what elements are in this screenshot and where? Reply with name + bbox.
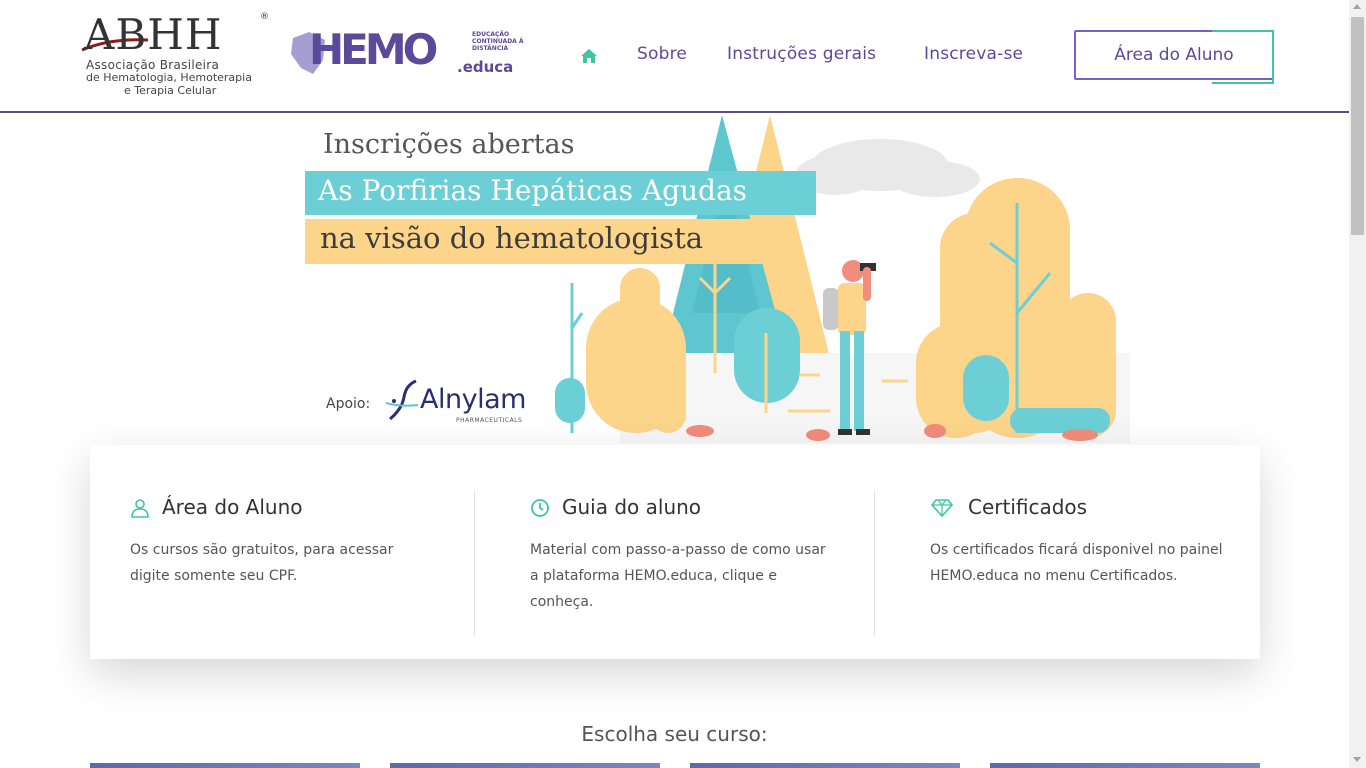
courses-heading: Escolha seu curso: — [581, 722, 768, 746]
feature-divider — [874, 490, 875, 636]
course-card[interactable] — [690, 763, 960, 768]
nav-link-instrucoes-gerais[interactable]: Instruções gerais — [727, 44, 876, 64]
scroll-down-arrow-icon[interactable] — [1353, 757, 1361, 762]
registered-icon: ® — [260, 12, 269, 22]
abhh-logo-line2: de Hematologia, Hemoterapia — [86, 71, 252, 84]
page-scrollbar[interactable] — [1349, 0, 1366, 768]
feature-title: Guia do aluno — [562, 495, 702, 519]
banner-headline-line2: na visão do hematologista — [320, 221, 704, 255]
hemo-logo-suffix: .educa — [457, 58, 514, 76]
feature-text: Os certificados ficará disponivel no pai… — [930, 542, 1223, 584]
abhh-logo[interactable]: ABHH ® Associação Brasileira de Hematolo… — [80, 12, 270, 98]
apoio-label: Apoio: — [326, 396, 371, 412]
feature-title: Certificados — [968, 495, 1088, 519]
course-card[interactable] — [990, 763, 1260, 768]
alnylam-logo-word: Alnylam — [420, 384, 526, 415]
abhh-logo-line1: Associação Brasileira — [86, 58, 220, 72]
alnylam-logo: Alnylam PHARMACEUTICALS — [382, 379, 526, 429]
area-do-aluno-button[interactable]: Área do Aluno — [1074, 30, 1274, 84]
alnylam-helix-icon — [385, 379, 419, 421]
nav-link-sobre[interactable]: Sobre — [637, 44, 687, 64]
alnylam-logo-sub: PHARMACEUTICALS — [456, 417, 523, 424]
home-icon[interactable] — [580, 48, 598, 64]
feature-text: Material com passo-a-passo de como usar … — [530, 542, 826, 610]
hero-banner[interactable]: Inscrições abertas As Porfirias Hepática… — [290, 113, 1130, 443]
banner-headline-line1: As Porfirias Hepáticas Agudas — [318, 174, 748, 207]
hemo-educa-logo[interactable]: HEMO EDUCAÇÃO CONTINUADA À DISTÂNCIA .ed… — [289, 25, 524, 80]
feature-card: Área do Aluno Os cursos são gratuitos, p… — [90, 445, 1260, 659]
feature-divider — [474, 490, 475, 636]
feature-title: Área do Aluno — [162, 495, 303, 519]
diamond-icon — [930, 499, 954, 518]
hemo-logo-word: HEMO — [309, 25, 438, 74]
clock-icon — [531, 499, 549, 517]
hemo-logo-tagline: EDUCAÇÃO CONTINUADA À DISTÂNCIA — [472, 31, 524, 52]
abhh-logo-line3: e Terapia Celular — [124, 84, 217, 97]
banner-title: Inscrições abertas — [323, 129, 575, 160]
feature-text: Os cursos são gratuitos, para acessar di… — [130, 542, 394, 584]
abhh-logo-mark: ABHH — [84, 10, 223, 59]
course-card[interactable] — [90, 763, 360, 768]
scroll-up-arrow-icon[interactable] — [1353, 4, 1361, 9]
site-header: ABHH ® Associação Brasileira de Hematolo… — [0, 0, 1349, 113]
nav-link-inscreva-se[interactable]: Inscreva-se — [924, 44, 1023, 64]
scroll-thumb[interactable] — [1351, 17, 1364, 235]
user-icon — [131, 499, 149, 518]
course-card[interactable] — [390, 763, 660, 768]
